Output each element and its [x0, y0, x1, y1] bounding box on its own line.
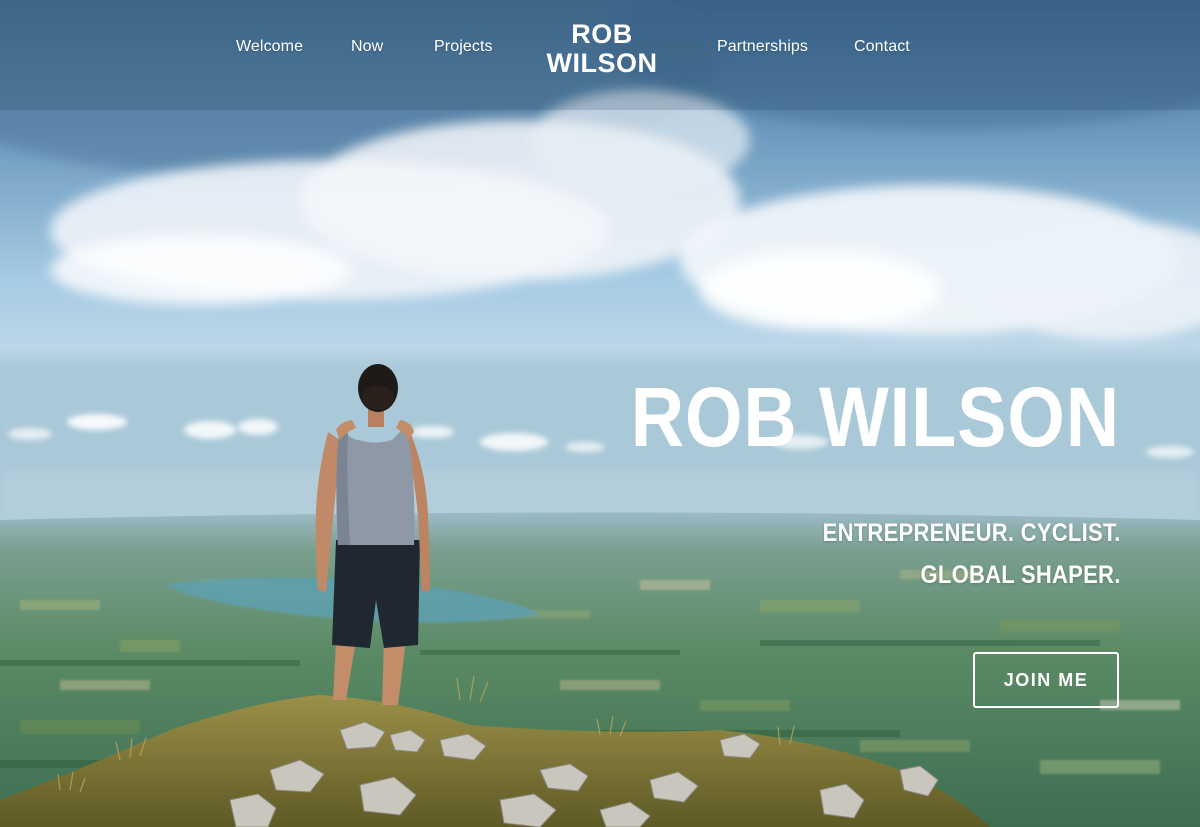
hero-title: ROB WILSON [630, 370, 1120, 464]
site-logo[interactable]: ROB WILSON [540, 20, 664, 78]
logo-line-1: ROB [571, 19, 633, 49]
logo-line-2: WILSON [546, 48, 658, 78]
main-nav: Welcome Now Projects ROB WILSON Partners… [0, 0, 1200, 100]
hero-section: Welcome Now Projects ROB WILSON Partners… [0, 0, 1200, 827]
nav-link-projects[interactable]: Projects [434, 38, 493, 56]
nav-link-welcome[interactable]: Welcome [236, 38, 303, 56]
nav-link-now[interactable]: Now [351, 38, 383, 56]
nav-link-partnerships[interactable]: Partnerships [717, 38, 808, 56]
tagline-line-2: GLOBAL SHAPER. [920, 561, 1121, 589]
hero-tagline: ENTREPRENEUR. CYCLIST. GLOBAL SHAPER. [823, 512, 1121, 596]
nav-link-contact[interactable]: Contact [854, 38, 910, 56]
tagline-line-1: ENTREPRENEUR. CYCLIST. [823, 519, 1121, 547]
join-me-button[interactable]: JOIN ME [973, 652, 1119, 708]
